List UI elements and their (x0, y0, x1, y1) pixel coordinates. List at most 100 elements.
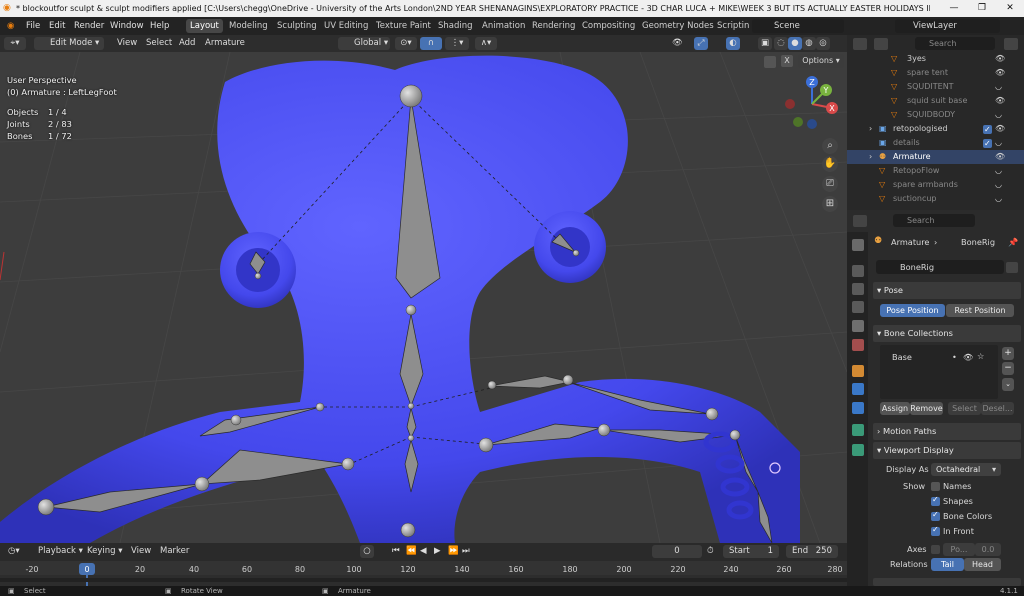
eye-icon[interactable]: 👁 (995, 66, 1005, 80)
jump-start-icon[interactable]: ⏮ (392, 545, 400, 558)
collection-menu-chevron-icon[interactable]: ⌄ (1002, 378, 1014, 391)
display-mode-icon[interactable] (874, 38, 888, 50)
axis-gizmo[interactable]: Z X Y (780, 74, 844, 138)
add-collection-button[interactable]: + (1002, 347, 1014, 360)
keying-menu[interactable]: Keying ▾ (87, 545, 123, 558)
menu-render[interactable]: Render (74, 17, 104, 35)
timeline-scrollbar[interactable] (0, 578, 847, 582)
zoom-icon[interactable]: ⌕ (822, 138, 838, 154)
collection-checkbox[interactable] (983, 137, 992, 151)
shapes-checkbox[interactable] (931, 495, 940, 506)
eye-closed-icon[interactable]: ◡ (995, 164, 1002, 178)
outliner-row[interactable]: ▽ 3yes 👁 (847, 52, 1024, 66)
in-front-checkbox[interactable] (931, 525, 940, 536)
constraints-tab-icon[interactable] (852, 402, 864, 414)
current-frame-field[interactable]: 0 (652, 545, 702, 558)
eye-icon[interactable]: 👁 (995, 122, 1005, 136)
tab-sculpting[interactable]: Sculpting (273, 19, 321, 33)
next-panel-header[interactable] (873, 578, 1021, 586)
tab-modeling[interactable]: Modeling (225, 19, 272, 33)
view-layer-selector[interactable]: ViewLayer (895, 19, 1000, 33)
panel-pose-header[interactable]: ▾ Pose (873, 282, 1021, 299)
outliner-row[interactable]: › ▣ retopologised 👁 (847, 122, 1024, 137)
maximize-button[interactable]: ❐ (968, 0, 996, 17)
output-tab-icon[interactable] (852, 283, 864, 295)
3d-viewport[interactable]: User Perspective (0) Armature : LeftLegF… (0, 52, 847, 543)
tab-shading[interactable]: Shading (434, 19, 477, 33)
shading-wireframe-icon[interactable]: ◌ (774, 37, 788, 50)
world-tab-icon[interactable] (852, 339, 864, 351)
timeline-view-menu[interactable]: View (131, 545, 151, 558)
view-layer-tab-icon[interactable] (852, 301, 864, 313)
object-tab-icon[interactable] (852, 365, 864, 377)
shading-material-icon[interactable]: ◍ (802, 37, 816, 50)
hand-pan-icon[interactable]: ✋ (822, 156, 838, 172)
panel-motion-paths-header[interactable]: › Motion Paths (873, 423, 1021, 440)
tab-animation[interactable]: Animation (478, 19, 529, 33)
pivot-icon[interactable]: ⊙▾ (395, 37, 417, 50)
axes-value-field[interactable]: 0.0 (975, 543, 1001, 556)
outliner-row[interactable]: ▣ details ◡ (847, 136, 1024, 151)
physics-tab-icon[interactable] (852, 383, 864, 395)
outliner-row[interactable]: ▽ SQUDITENT ◡ (847, 80, 1024, 94)
close-window-button[interactable]: ✕ (996, 0, 1024, 17)
properties-search-input[interactable]: Search (893, 214, 975, 227)
menu-window[interactable]: Window (110, 17, 144, 35)
gizmo-toggle-icon[interactable]: ⤢ (694, 37, 708, 50)
eye-closed-icon[interactable]: ◡ (995, 136, 1002, 150)
viewport-menu-select[interactable]: Select (146, 37, 172, 50)
stopwatch-icon[interactable]: ⏱ (707, 545, 714, 558)
tab-layout[interactable]: Layout (186, 19, 223, 33)
eye-closed-icon[interactable]: ◡ (995, 108, 1002, 122)
start-frame-field[interactable]: Start 1 (723, 545, 779, 558)
eye-icon[interactable]: 👁 (995, 94, 1005, 108)
expand-arrow-icon[interactable]: › (869, 122, 872, 136)
render-tab-icon[interactable] (852, 265, 864, 277)
eye-closed-icon[interactable]: ◡ (995, 80, 1002, 94)
viewport-menu-view[interactable]: View (117, 37, 137, 50)
minimize-button[interactable]: — (940, 0, 968, 17)
data-block-selector[interactable] (876, 260, 1004, 274)
prev-keyframe-icon[interactable]: ⏪ (406, 545, 417, 558)
tab-rendering[interactable]: Rendering (528, 19, 579, 33)
fake-user-shield-icon[interactable] (1006, 262, 1018, 273)
eye-icon[interactable]: 👁 (963, 351, 973, 364)
snap-target-icon[interactable]: ⋮▾ (445, 37, 469, 50)
menu-edit[interactable]: Edit (49, 17, 65, 35)
panel-viewport-display-header[interactable]: ▾ Viewport Display (873, 442, 1021, 459)
end-frame-field[interactable]: End 250 (786, 545, 838, 558)
eye-icon[interactable]: 👁 (995, 52, 1005, 66)
xray-icon[interactable]: ▣ (758, 37, 772, 50)
orientation-selector[interactable]: Global ▾ (338, 37, 390, 50)
eye-icon[interactable]: 👁 (995, 150, 1005, 164)
star-icon[interactable]: ☆ (977, 350, 984, 363)
expand-arrow-icon[interactable]: › (869, 150, 872, 164)
eye-closed-icon[interactable]: ◡ (995, 192, 1002, 206)
record-icon[interactable]: ○ (360, 545, 374, 558)
playback-menu[interactable]: Playback ▾ (38, 545, 83, 558)
tab-texture-paint[interactable]: Texture Paint (372, 19, 435, 33)
shading-solid-icon[interactable]: ● (788, 37, 802, 50)
visibility-icon[interactable]: 👁 (672, 37, 690, 50)
play-icon[interactable]: ▶ (434, 545, 441, 558)
outliner-row[interactable]: ▽ spare armbands ◡ (847, 178, 1024, 192)
jump-end-icon[interactable]: ⏭ (462, 545, 470, 558)
tab-compositing[interactable]: Compositing (578, 19, 639, 33)
outliner-editor-icon[interactable] (853, 38, 867, 50)
properties-editor-icon[interactable] (853, 215, 867, 227)
blender-menu-icon[interactable]: ◉ (7, 17, 14, 35)
deselect-button[interactable]: Desel... (981, 402, 1014, 415)
camera-icon[interactable]: ⎚ (822, 176, 838, 192)
play-reverse-icon[interactable]: ◀ (420, 545, 427, 558)
assign-button[interactable]: Assign (880, 402, 910, 415)
filter-icon[interactable] (1004, 38, 1018, 50)
bone-collection-item[interactable]: Base (892, 351, 912, 364)
menu-file[interactable]: File (26, 17, 40, 35)
collection-checkbox[interactable] (983, 123, 992, 137)
proportional-edit-icon[interactable]: ∧▾ (475, 37, 497, 50)
menu-help[interactable]: Help (150, 17, 169, 35)
display-as-dropdown[interactable]: Octahedral (931, 463, 1001, 476)
outliner-row[interactable]: ▽ SQUIDBODY ◡ (847, 108, 1024, 122)
bone-colors-checkbox[interactable] (931, 510, 940, 521)
pose-position-button[interactable]: Pose Position (880, 304, 945, 317)
